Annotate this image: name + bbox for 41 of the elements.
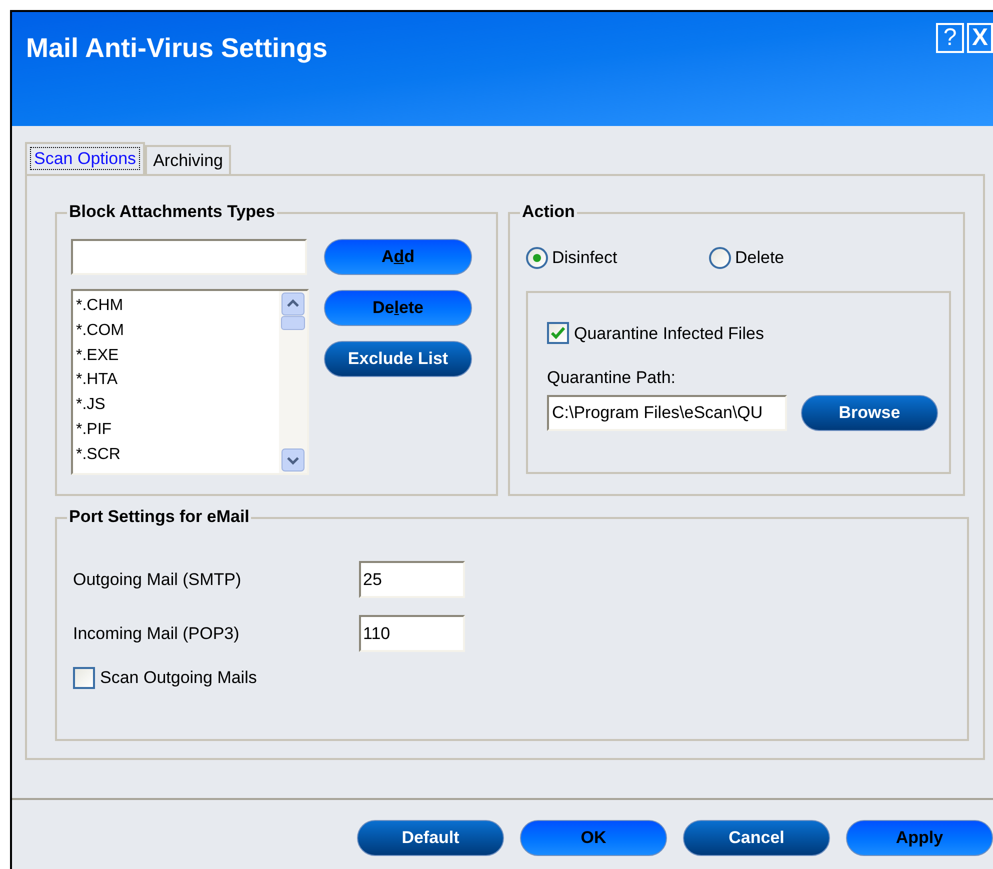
list-item[interactable]: *.PIF [76,418,279,443]
pill-button[interactable]: Default [357,820,504,856]
radio-button[interactable] [526,246,548,269]
pill-button[interactable]: Exclude List [324,341,472,377]
checkbox[interactable] [73,666,95,689]
list-item[interactable]: *.CHM [76,294,279,319]
path-label: Quarantine Path: [547,367,677,389]
extension-list[interactable]: *.CHM *.COM *.EXE *.HTA *.JS *.PIF *.SCR [71,289,309,475]
radio-button[interactable] [709,246,731,269]
list-item[interactable]: *.SCR [76,442,279,468]
field-label: Incoming Mail (POP3) [73,622,240,645]
field-label: Outgoing Mail (SMTP) [73,568,242,591]
path-input[interactable]: C:\Program Files\eScan\QU [547,394,787,430]
radio-label: Delete [735,247,784,269]
pill-button[interactable]: OK [520,820,667,856]
port-input[interactable]: 25 [359,561,465,598]
checkbox[interactable] [547,322,569,344]
list-item[interactable]: *.HTA [76,368,279,394]
checkbox-label: Quarantine Infected Files [574,322,764,344]
scrollbar[interactable] [279,291,307,473]
pill-button[interactable]: Apply [846,820,993,856]
pill-button[interactable]: Browse [801,394,938,430]
help-button[interactable]: ? [936,23,964,53]
list-item[interactable]: *.COM [76,318,279,344]
check-icon [551,327,565,340]
window-title: Mail Anti-Virus Settings [26,32,328,65]
tab[interactable]: Scan Options [25,142,146,174]
scroll-thumb[interactable] [281,316,305,330]
scroll-down-icon[interactable] [281,448,305,472]
extension-input[interactable] [71,239,307,275]
list-item[interactable]: *.JS [76,393,279,418]
tab[interactable]: Archiving [145,145,231,174]
close-button[interactable]: X [967,23,993,53]
pill-button[interactable]: Delete [324,290,472,326]
pill-button[interactable]: Add [324,239,472,275]
pill-button[interactable]: Cancel [683,820,830,856]
list-item[interactable]: *.EXE [76,344,279,368]
port-input[interactable]: 110 [359,615,465,652]
radio-label: Disinfect [552,247,618,269]
scroll-up-icon[interactable] [281,292,305,316]
checkbox-label: Scan Outgoing Mails [100,667,257,689]
